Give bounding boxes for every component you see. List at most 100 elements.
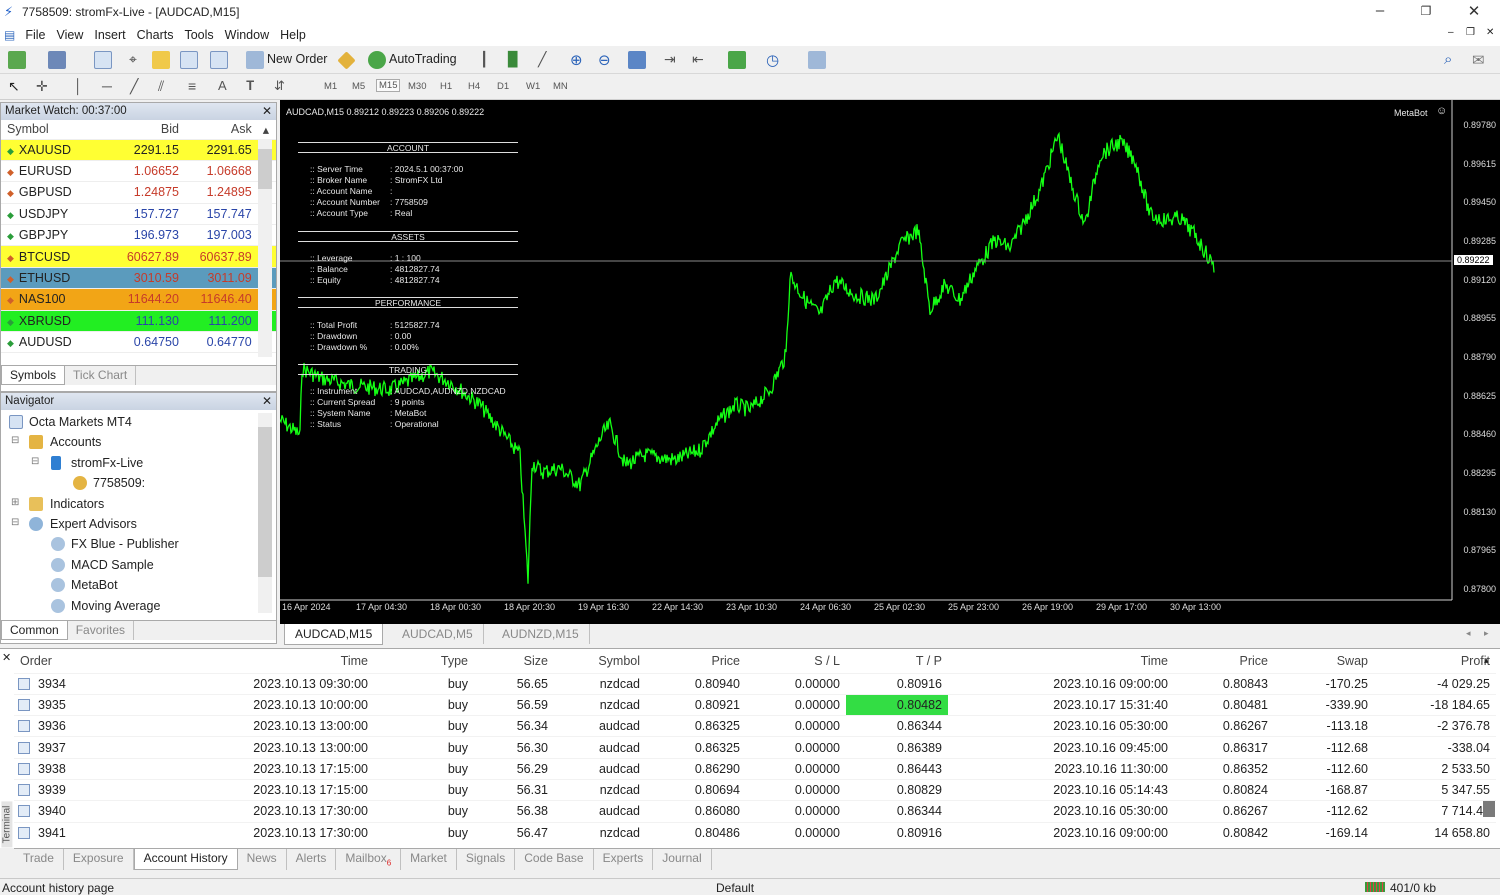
history-col-header[interactable]: Time <box>948 649 1174 673</box>
periods-icon[interactable]: ◷ <box>766 51 784 69</box>
tab-account-history[interactable]: Account History <box>133 849 238 870</box>
scrollbar-thumb[interactable] <box>1483 801 1495 817</box>
tab-symbols[interactable]: Symbols <box>1 366 66 385</box>
scrollbar-thumb[interactable] <box>258 427 272 577</box>
nav-server[interactable]: stromFx-Live <box>71 456 143 470</box>
scroll-up-icon[interactable]: ▴ <box>255 120 276 140</box>
history-row[interactable]: 3935 2023.10.13 10:00:00 buy 56.59 nzdcad 0.8… <box>14 694 1496 716</box>
vertical-line-icon[interactable]: │ <box>74 78 92 96</box>
scroll-up-icon[interactable]: ▴ <box>1484 655 1489 666</box>
nav-ea-macd[interactable]: MACD Sample <box>71 558 154 572</box>
price-chart[interactable]: AUDCAD,M15 0.89212 0.89223 0.89206 0.892… <box>280 100 1500 624</box>
nav-root[interactable]: Octa Markets MT4 <box>29 415 132 429</box>
tab-signals[interactable]: Signals <box>457 849 516 870</box>
new-order-icon[interactable] <box>246 51 264 69</box>
history-col-header[interactable]: Profit <box>1374 649 1496 673</box>
restore-icon[interactable]: ❐ <box>1406 4 1446 18</box>
tab-market[interactable]: Market <box>401 849 457 870</box>
bar-chart-icon[interactable]: ┃ <box>480 51 498 69</box>
timeframe-h4[interactable]: H4 <box>468 81 480 92</box>
market-watch-row[interactable]: ◆ ETHUSD 3010.59 3011.09 <box>1 267 276 290</box>
candlestick-icon[interactable]: ▉ <box>508 51 526 69</box>
nav-accounts[interactable]: Accounts <box>50 435 101 449</box>
menu-tools[interactable]: Tools <box>184 28 213 42</box>
close-icon[interactable]: ✕ <box>262 104 272 118</box>
timeframe-w1[interactable]: W1 <box>526 81 540 92</box>
history-col-header[interactable]: Order <box>14 649 142 673</box>
menu-help[interactable]: Help <box>280 28 306 42</box>
timeframe-h1[interactable]: H1 <box>440 81 452 92</box>
nav-ea-moving-average[interactable]: Moving Average <box>71 599 160 613</box>
history-col-header[interactable]: S / L <box>746 649 846 673</box>
market-watch-row[interactable]: ◆ USDJPY 157.727 157.747 <box>1 203 276 226</box>
history-row[interactable]: 3938 2023.10.13 17:15:00 buy 56.29 audcad 0.8… <box>14 758 1496 779</box>
expand-icon[interactable]: ⊞ <box>11 497 19 508</box>
menu-insert[interactable]: Insert <box>94 28 125 42</box>
autotrading-button[interactable]: AutoTrading <box>389 52 457 66</box>
market-watch-icon[interactable] <box>94 51 112 69</box>
tab-tick-chart[interactable]: Tick Chart <box>65 366 137 385</box>
market-watch-row[interactable]: ◆ XAUUSD 2291.15 2291.65 <box>1 139 276 161</box>
child-minimize-icon[interactable]: – <box>1448 27 1454 38</box>
col-bid[interactable]: Bid <box>110 120 183 140</box>
new-order-button[interactable]: New Order <box>267 52 327 66</box>
autotrading-icon[interactable] <box>368 51 386 69</box>
nav-expert-advisors[interactable]: Expert Advisors <box>50 517 137 531</box>
timeframe-m15[interactable]: M15 <box>376 79 401 92</box>
minimize-icon[interactable]: – <box>1360 2 1400 19</box>
line-chart-icon[interactable]: ╱ <box>538 51 556 69</box>
close-icon[interactable]: ✕ <box>262 394 272 408</box>
menu-file[interactable]: File <box>25 28 45 42</box>
metaeditor-icon[interactable] <box>337 51 356 70</box>
tab-chart-audnzd-m15[interactable]: AUDNZD,M15 <box>492 624 590 644</box>
history-col-header[interactable]: T / P <box>846 649 948 673</box>
nav-account-number[interactable]: 7758509: <box>93 476 145 490</box>
market-watch-row[interactable]: ◆ GBPUSD 1.24875 1.24895 <box>1 181 276 204</box>
tab-experts[interactable]: Experts <box>594 849 654 870</box>
scroll-right-icon[interactable]: ▸ <box>1484 628 1489 639</box>
tab-code-base[interactable]: Code Base <box>515 849 594 870</box>
horizontal-line-icon[interactable]: ─ <box>102 78 120 96</box>
market-watch-row[interactable]: ◆ BTCUSD 60627.89 60637.89 <box>1 245 276 268</box>
history-row[interactable]: 3936 2023.10.13 13:00:00 buy 56.34 audcad 0.8… <box>14 715 1496 737</box>
navigator-scrollbar[interactable] <box>258 413 272 613</box>
nav-ea-metabot[interactable]: MetaBot <box>71 578 118 592</box>
market-watch-scrollbar[interactable] <box>258 139 272 357</box>
market-watch-row[interactable]: ◆ EURUSD 1.06652 1.06668 <box>1 160 276 183</box>
market-watch-row[interactable]: ◆ XBRUSD 111.130 111.200 <box>1 310 276 333</box>
market-watch-row[interactable]: ◆ NAS100 11644.20 11646.40 <box>1 288 276 311</box>
tab-chart-audcad-m15[interactable]: AUDCAD,M15 <box>284 624 384 645</box>
history-col-header[interactable]: Price <box>646 649 746 673</box>
timeframe-m1[interactable]: M1 <box>324 81 337 92</box>
tab-chart-audcad-m5[interactable]: AUDCAD,M5 <box>392 624 484 644</box>
tab-trade[interactable]: Trade <box>14 849 64 870</box>
chat-icon[interactable]: ✉ <box>1472 51 1490 69</box>
nav-indicators[interactable]: Indicators <box>50 497 104 511</box>
auto-scroll-icon[interactable]: ⇤ <box>692 51 710 69</box>
menu-charts[interactable]: Charts <box>137 28 174 42</box>
crosshair-icon[interactable]: ✛ <box>36 78 54 96</box>
collapse-icon[interactable]: ⊟ <box>11 435 19 446</box>
menu-window[interactable]: Window <box>225 28 269 42</box>
history-col-header[interactable]: Time <box>142 649 374 673</box>
profiles-icon[interactable] <box>48 51 66 69</box>
history-col-header[interactable]: Size <box>474 649 554 673</box>
chart-shift-icon[interactable]: ⇥ <box>664 51 682 69</box>
market-watch-row[interactable]: ◆ GBPJPY 196.973 197.003 <box>1 224 276 247</box>
terminal-icon[interactable] <box>180 51 198 69</box>
cursor-icon[interactable]: ↖ <box>8 78 26 96</box>
data-window-icon[interactable]: ⌖ <box>124 51 142 69</box>
strategy-tester-icon[interactable] <box>210 51 228 69</box>
zoom-out-icon[interactable]: ⊖ <box>598 51 616 69</box>
history-col-header[interactable]: Symbol <box>554 649 646 673</box>
tab-favorites[interactable]: Favorites <box>68 621 135 640</box>
history-row[interactable]: 3940 2023.10.13 17:30:00 buy 56.38 audcad 0.8… <box>14 800 1496 822</box>
history-row[interactable]: 3939 2023.10.13 17:15:00 buy 56.31 nzdcad 0.8… <box>14 779 1496 800</box>
history-col-header[interactable]: Swap <box>1274 649 1374 673</box>
text-label-icon[interactable]: 𝐓 <box>246 78 264 96</box>
collapse-icon[interactable]: ⊟ <box>31 456 39 467</box>
menu-view[interactable]: View <box>57 28 84 42</box>
col-symbol[interactable]: Symbol <box>1 120 111 140</box>
channel-icon[interactable]: ⫽ <box>158 78 176 96</box>
history-row[interactable]: 3937 2023.10.13 13:00:00 buy 56.30 audcad 0.8… <box>14 736 1496 758</box>
